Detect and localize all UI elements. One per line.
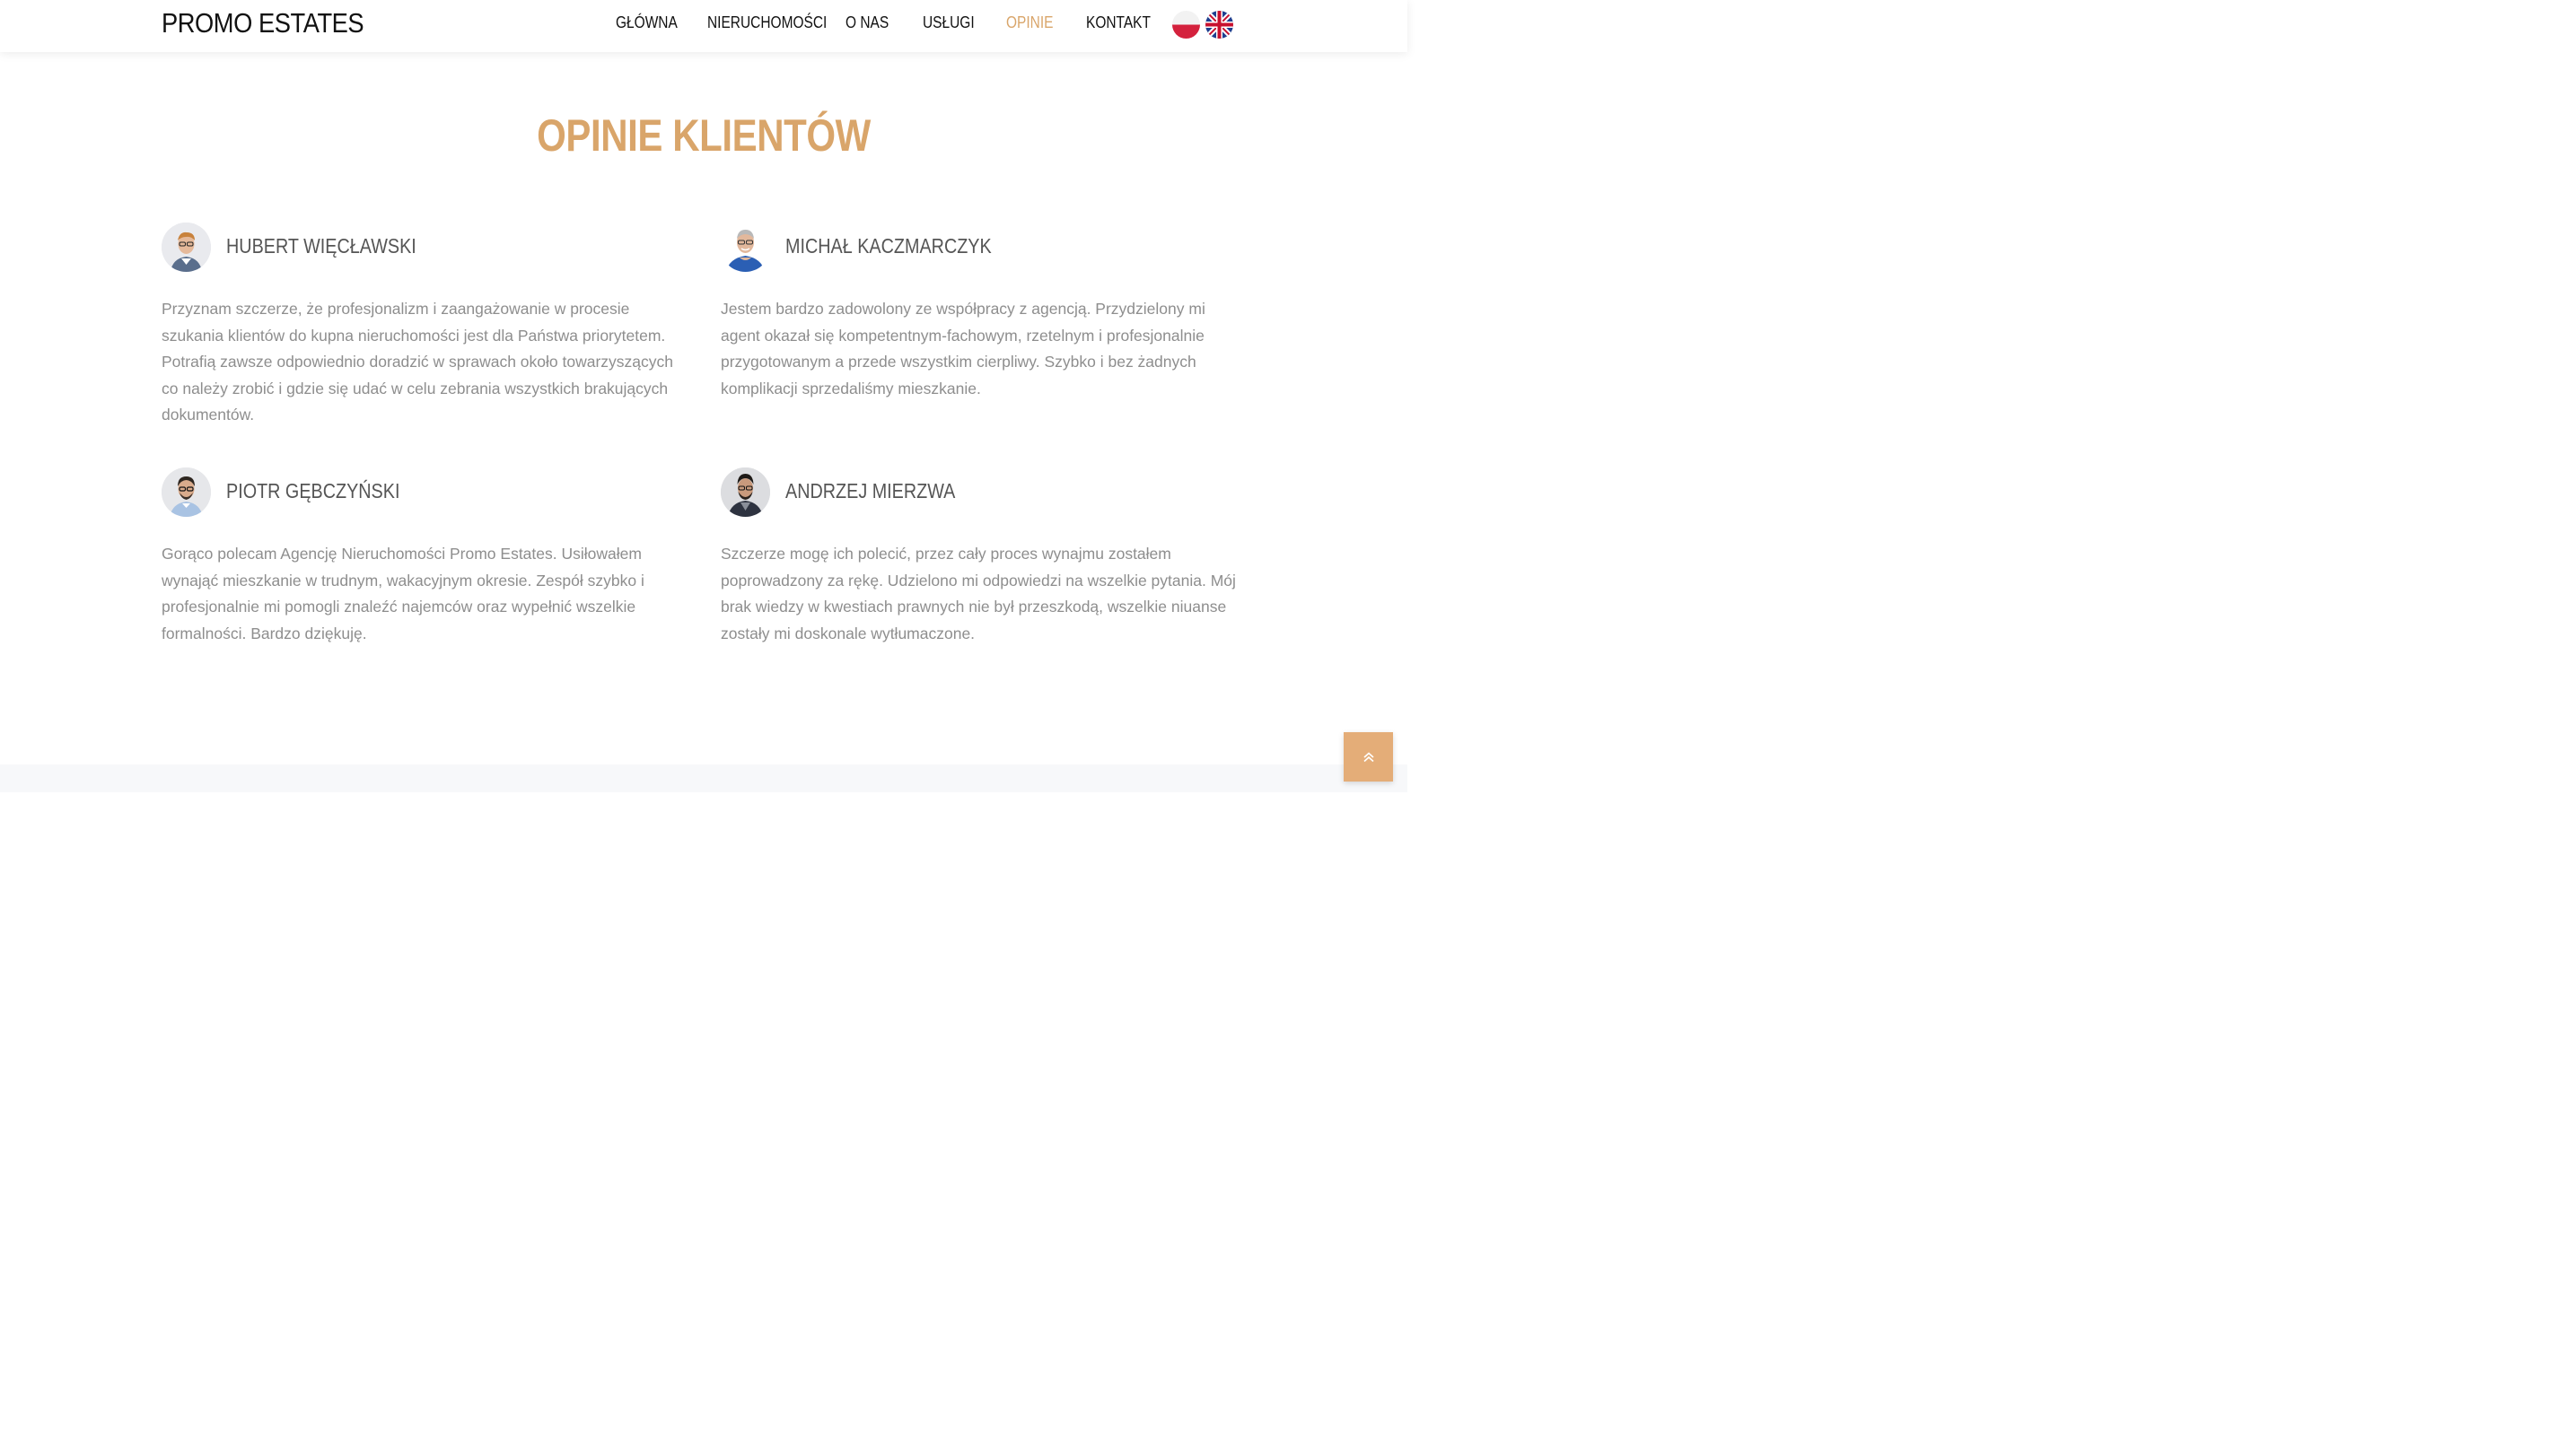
nav-item-kontakt[interactable]: KONTAKT [1086, 13, 1151, 32]
testimonial-card: MICHAŁ KACZMARCZYK Jestem bardzo zadowol… [721, 223, 1241, 397]
testimonial-text: Przyznam szczerze, że profesjonalizm i z… [162, 300, 673, 424]
testimonial-card: HUBERT WIĘCŁAWSKI Przyznam szczerze, że … [162, 223, 682, 424]
nav-item-opinie[interactable]: OPINIE [1006, 13, 1053, 32]
testimonial-card: PIOTR GĘBCZYŃSKI Gorąco polecam Agencję … [162, 467, 682, 642]
nav-item-glowna[interactable]: GŁÓWNA [616, 13, 678, 32]
testimonial-author: HUBERT WIĘCŁAWSKI [162, 223, 682, 273]
testimonial-text: Szczerze mogę ich polecić, przez cały pr… [721, 545, 1236, 642]
nav-item-uslugi[interactable]: USŁUGI [923, 13, 975, 32]
scroll-to-top-button[interactable] [1344, 732, 1393, 782]
author-name: HUBERT WIĘCŁAWSKI [226, 234, 416, 258]
author-name: PIOTR GĘBCZYŃSKI [226, 479, 400, 502]
avatar [162, 467, 211, 517]
nav-item-o-nas[interactable]: O NAS [846, 13, 889, 32]
testimonial-author: ANDRZEJ MIERZWA [721, 467, 1241, 518]
section-title: OPINIE KLIENTÓW [537, 110, 871, 161]
testimonial-author: PIOTR GĘBCZYŃSKI [162, 467, 682, 518]
avatar [721, 223, 770, 272]
footer-band [0, 764, 1407, 792]
author-name: MICHAŁ KACZMARCZYK [785, 234, 992, 258]
avatar [162, 223, 211, 272]
poland-flag-icon[interactable] [1172, 11, 1200, 39]
double-chevron-up-icon [1362, 751, 1374, 762]
nav-item-nieruchomosci[interactable]: NIERUCHOMOŚCI [707, 13, 827, 32]
testimonial-card: ANDRZEJ MIERZWA Szczerze mogę ich poleci… [721, 467, 1241, 642]
uk-flag-icon[interactable] [1205, 11, 1233, 39]
testimonial-author: MICHAŁ KACZMARCZYK [721, 223, 1241, 273]
site-header: PROMO ESTATES GŁÓWNA NIERUCHOMOŚCI O NAS… [0, 0, 1407, 52]
testimonial-text: Jestem bardzo zadowolony ze współpracy z… [721, 300, 1205, 397]
testimonial-text: Gorąco polecam Agencję Nieruchomości Pro… [162, 545, 644, 642]
avatar [721, 467, 770, 517]
author-name: ANDRZEJ MIERZWA [785, 479, 956, 502]
